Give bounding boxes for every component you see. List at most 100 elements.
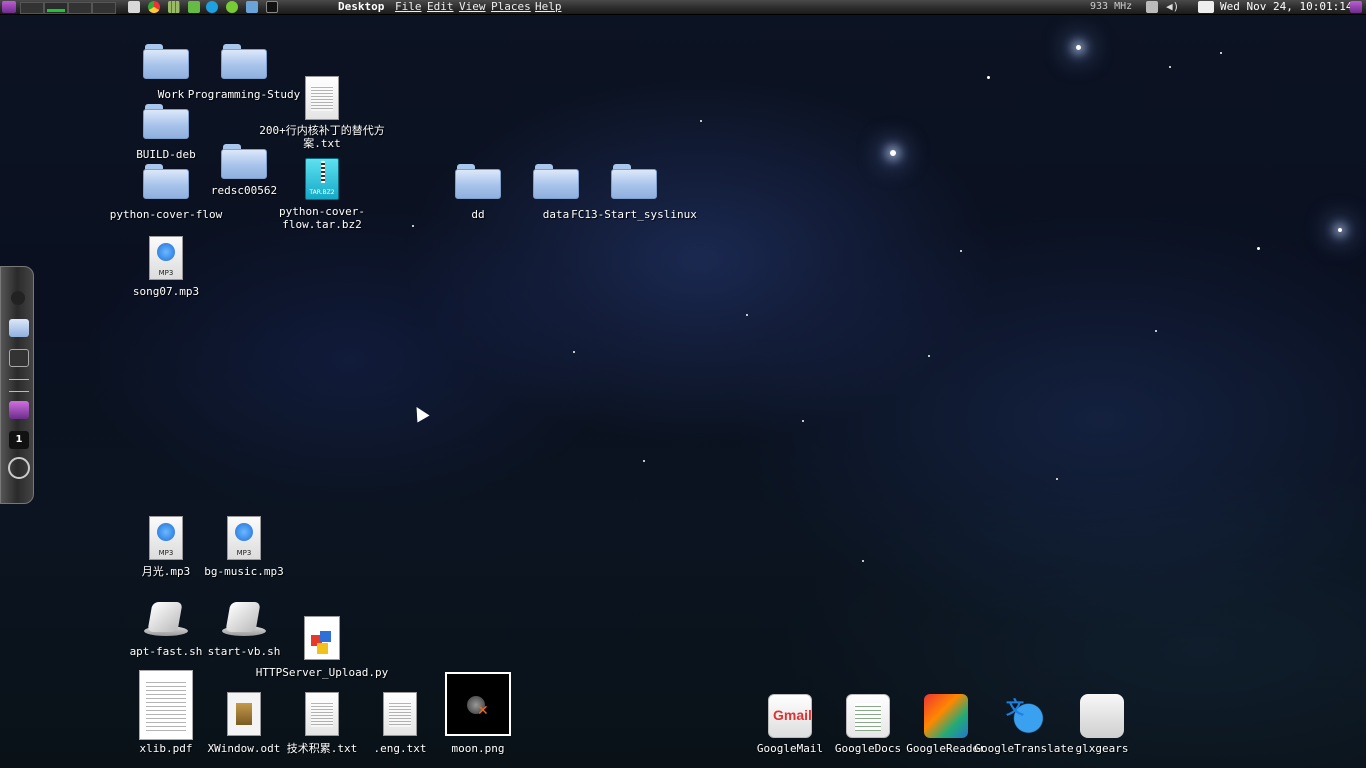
audio-file-icon: MP3 [149, 236, 183, 280]
star [802, 420, 804, 422]
folder-icon [221, 144, 267, 179]
glxgears-icon [1080, 694, 1124, 738]
icon-label: moon.png [451, 742, 505, 755]
star [1169, 66, 1171, 68]
folder-programming-study[interactable]: Programming-Study [188, 40, 300, 101]
folder-python-cover-flow[interactable]: python-cover-flow [110, 160, 222, 221]
folder-dd[interactable]: dd [438, 160, 518, 221]
dock-workspace-badge[interactable]: 1 [9, 431, 29, 449]
image-thumbnail-icon: ✕ [445, 672, 511, 736]
star [412, 225, 414, 227]
star [700, 120, 702, 122]
file-type-tag: MP3 [158, 269, 174, 277]
folder-icon [611, 164, 657, 199]
file-eng[interactable]: .eng.txt [360, 692, 440, 755]
folder-icon [533, 164, 579, 199]
icon-label: redsc00562 [210, 184, 278, 197]
workspace-1[interactable] [20, 2, 44, 14]
mail-icon[interactable] [1198, 1, 1214, 13]
dock-divider [9, 391, 29, 392]
folder-build-deb[interactable]: BUILD-deb [126, 100, 206, 161]
workspace-2[interactable] [44, 2, 68, 14]
side-dock: 1 [0, 266, 34, 504]
file-httpserver[interactable]: HTTPServer_Upload.py [256, 616, 388, 679]
file-yueguang[interactable]: MP3 月光.mp3 [126, 516, 206, 578]
clock[interactable]: Wed Nov 24, 10:01:14 [1220, 0, 1352, 14]
dock-folder-icon[interactable] [9, 319, 29, 337]
main-menu-icon[interactable] [2, 1, 16, 13]
menu-help[interactable]: Help [535, 0, 562, 14]
pdf-file-icon [139, 670, 193, 740]
file-python-cover-flow-tar[interactable]: TAR.BZ2 python-cover-flow.tar.bz2 [279, 158, 365, 231]
star [1338, 228, 1342, 232]
star [643, 460, 645, 462]
archive-type-tag: TAR.BZ2 [309, 189, 335, 196]
icon-label: apt-fast.sh [129, 645, 203, 658]
folder-icon [143, 44, 189, 79]
file-apt-fast[interactable]: apt-fast.sh [126, 598, 206, 658]
file-type-tag: MP3 [158, 549, 174, 557]
file-song07[interactable]: MP3 song07.mp3 [126, 236, 206, 298]
app-google-mail[interactable]: Gmail GoogleMail [750, 694, 830, 755]
dock-eject-icon[interactable] [11, 291, 25, 305]
cpu-frequency[interactable]: 933 MHz [1090, 0, 1132, 14]
icon-label: bg-music.mp3 [204, 565, 284, 578]
app-google-translate[interactable]: 文 GoogleTranslate [974, 694, 1074, 755]
mouse-cursor [410, 403, 430, 423]
skype-icon[interactable] [206, 1, 218, 13]
icon-label: .eng.txt [373, 742, 427, 755]
chrome-icon[interactable] [148, 1, 160, 13]
menu-view[interactable]: View [459, 0, 486, 14]
file-jishu[interactable]: 技术积累.txt [282, 692, 362, 755]
checkmark-icon[interactable] [188, 1, 200, 13]
app-google-docs[interactable]: GoogleDocs [828, 694, 908, 755]
star [1056, 478, 1058, 480]
menu-places[interactable]: Places [491, 0, 531, 14]
folder-redsc[interactable]: redsc00562 [204, 140, 284, 197]
folder-icon [143, 104, 189, 139]
media-player-icon[interactable] [226, 1, 238, 13]
menu-file[interactable]: File [395, 0, 422, 14]
text-file-icon [383, 692, 417, 736]
icon-label: start-vb.sh [207, 645, 281, 658]
file-start-vb[interactable]: start-vb.sh [204, 598, 284, 658]
dock-power-icon[interactable] [8, 457, 30, 479]
star [1220, 52, 1222, 54]
firewall-icon[interactable] [168, 1, 180, 13]
app-label: GoogleDocs [834, 742, 902, 755]
dock-app-icon[interactable] [9, 401, 29, 419]
file-moon[interactable]: ✕ moon.png [438, 672, 518, 755]
icon-label: python-cover-flow [109, 208, 223, 221]
file-xwindow[interactable]: XWindow.odt [204, 692, 284, 755]
file-bg-music[interactable]: MP3 bg-music.mp3 [204, 516, 284, 578]
icon-label: HTTPServer_Upload.py [255, 666, 389, 679]
volume-icon[interactable]: ◀) [1166, 1, 1179, 13]
dock-divider [9, 379, 29, 380]
folder-fc13[interactable]: FC13-Start_syslinux [571, 160, 697, 221]
screenshot-icon[interactable] [246, 1, 258, 13]
docs-icon [846, 694, 890, 738]
terminal-icon[interactable] [266, 1, 278, 13]
workspace-4[interactable] [92, 2, 116, 14]
app-label: glxgears [1075, 742, 1129, 755]
file-xlib[interactable]: xlib.pdf [126, 670, 206, 755]
star [960, 250, 962, 252]
network-icon[interactable] [1146, 1, 1158, 13]
folder-icon [221, 44, 267, 79]
icon-label: XWindow.odt [207, 742, 281, 755]
session-icon[interactable] [1350, 1, 1362, 13]
dock-monitor-icon[interactable] [9, 349, 29, 367]
text-file-icon [305, 76, 339, 120]
menu-edit[interactable]: Edit [427, 0, 454, 14]
shell-script-icon [222, 598, 266, 640]
workspace-3[interactable] [68, 2, 92, 14]
star [862, 560, 864, 562]
file-txt-patch[interactable]: 200+行内核补丁的替代方案.txt [259, 76, 385, 150]
star [1257, 247, 1260, 250]
icon-label: dd [471, 208, 485, 221]
app-glxgears[interactable]: glxgears [1062, 694, 1142, 755]
edit-launcher-icon[interactable] [128, 1, 140, 13]
app-label: GoogleMail [756, 742, 824, 755]
text-file-icon [305, 692, 339, 736]
shell-script-icon [144, 598, 188, 640]
